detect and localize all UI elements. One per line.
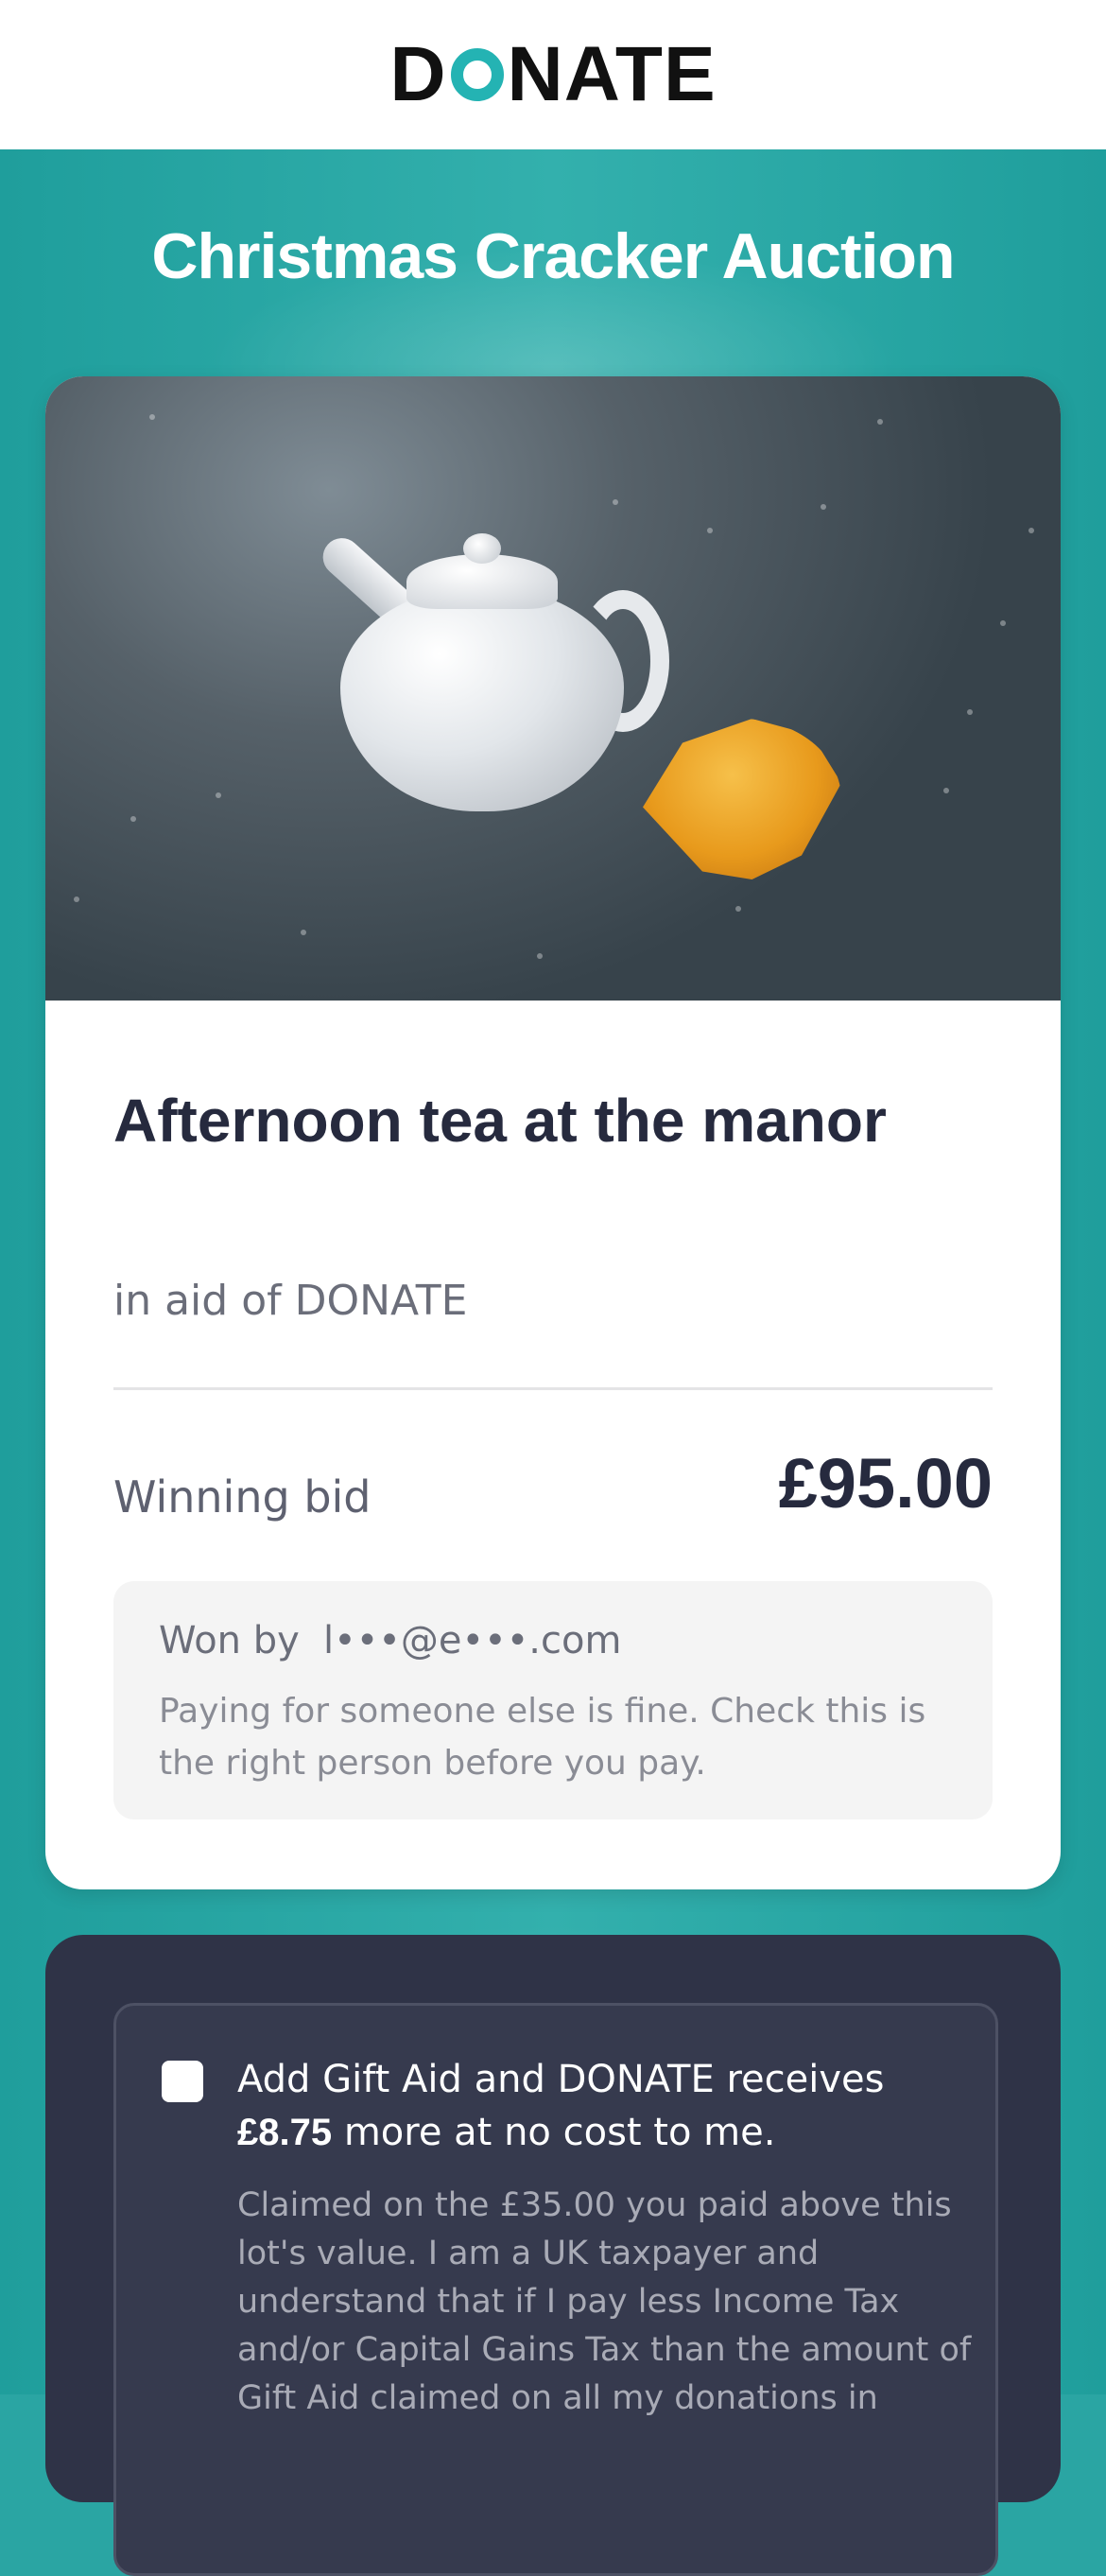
croissant-icon [643,719,841,879]
auction-title: Christmas Cracker Auction [151,220,955,292]
logo-letter-d: D [389,31,447,117]
winner-info-box: Won by l•••@e•••.com Paying for someone … [113,1581,993,1819]
payment-note: Paying for someone else is fine. Check t… [159,1692,926,1783]
won-by-label: Won by [159,1619,300,1662]
teapot-icon [340,586,624,811]
gift-aid-details: Claimed on the £35.00 you paid above thi… [237,2186,972,2417]
gift-aid-option[interactable]: Add Gift Aid and DONATE receives £8.75 m… [113,2003,998,2576]
divider [113,1387,993,1390]
lot-card: Afternoon tea at the manor in aid of DON… [45,376,1061,1889]
gift-aid-line-start: Add Gift Aid and DONATE receives [237,2058,885,2101]
winning-bid-amount: £95.00 [778,1444,993,1523]
winner-email: l•••@e•••.com [323,1619,622,1662]
gift-aid-amount: £8.75 [237,2112,333,2153]
gift-aid-checkbox[interactable] [162,2061,203,2102]
app-header: D NATE [0,0,1106,149]
lot-title: Afternoon tea at the manor [113,1087,887,1155]
gift-aid-statement: Add Gift Aid and DONATE receives £8.75 m… [237,2053,975,2159]
teapot-knob [463,533,501,564]
logo-o-ring [450,48,504,101]
charity-line: in aid of DONATE [113,1277,468,1325]
gift-aid-line-end: more at no cost to me. [343,2111,776,2154]
donate-logo[interactable]: D NATE [389,30,716,119]
winning-bid-label: Winning bid [113,1471,372,1523]
gift-aid-card: Add Gift Aid and DONATE receives £8.75 m… [45,1935,1061,2576]
logo-letters-nate: NATE [507,31,717,117]
lot-image [45,376,1061,1001]
